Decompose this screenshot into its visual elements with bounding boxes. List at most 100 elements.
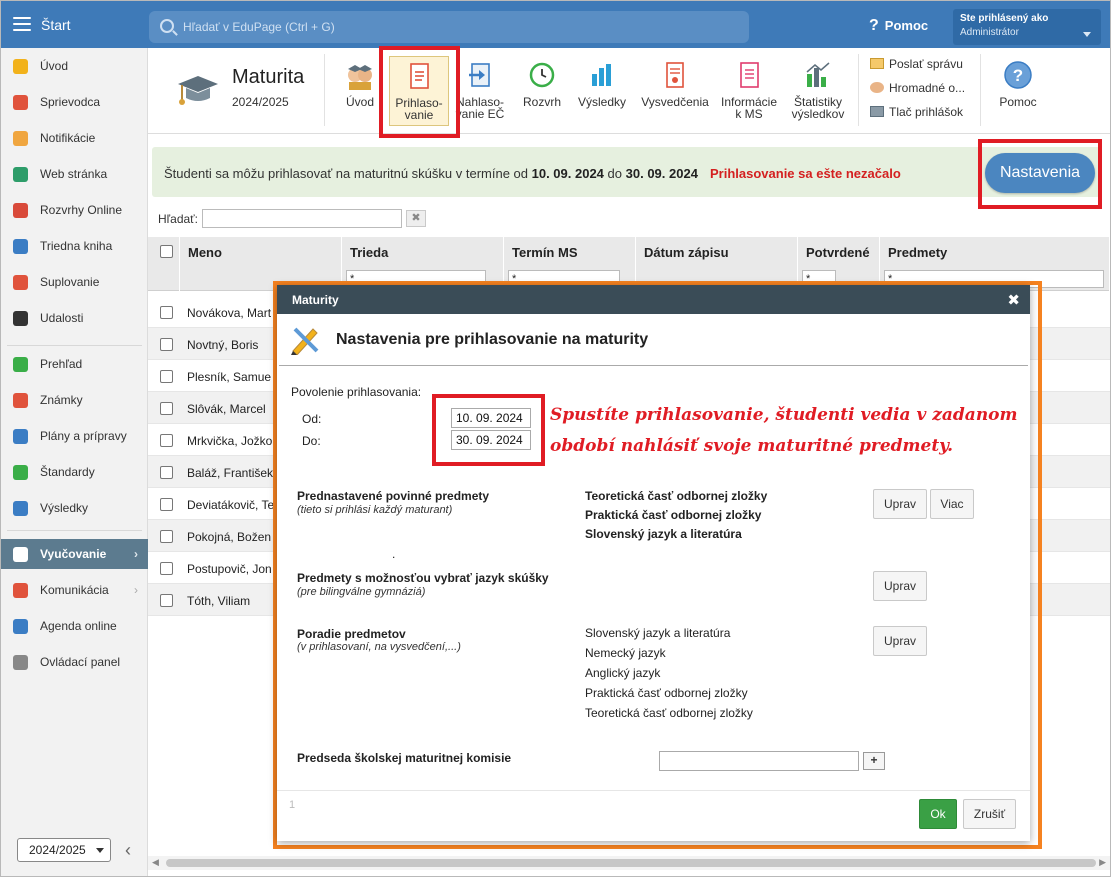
column-label: Trieda xyxy=(350,245,389,260)
user-menu[interactable]: Ste prihlásený ako Administrátor xyxy=(953,9,1101,45)
bulk-action[interactable]: Hromadné o... xyxy=(870,81,965,95)
help-button[interactable]: ? Pomoc xyxy=(990,56,1046,126)
row-checkbox[interactable] xyxy=(160,434,173,447)
student-name: Baláž, František xyxy=(187,466,274,480)
sidebar-item-label: Triedna kniha xyxy=(40,239,113,253)
scroll-right-icon[interactable]: ▶ xyxy=(1099,857,1106,868)
question-icon: ? xyxy=(869,17,879,34)
highlight-settings xyxy=(978,139,1102,209)
module-title: Maturita xyxy=(232,66,305,88)
sidebar-item[interactable]: Prehľad xyxy=(1,349,148,379)
committee-chair-label: Predseda školskej maturitnej komisie xyxy=(297,751,512,765)
row-checkbox[interactable] xyxy=(160,562,173,575)
print-applications-action[interactable]: Tlač prihlášok xyxy=(870,105,963,119)
add-chair-button[interactable]: + xyxy=(863,752,885,770)
gear-icon xyxy=(13,655,28,670)
edit-preset-button[interactable]: Uprav xyxy=(873,489,927,519)
sidebar-item[interactable]: Web stránka xyxy=(1,159,148,189)
permission-label: Povolenie prihlasovania: xyxy=(291,385,422,399)
star-icon xyxy=(13,59,28,74)
close-icon[interactable]: ✖ xyxy=(1007,291,1020,309)
tab-rozvrh[interactable]: Rozvrh xyxy=(512,56,572,126)
row-checkbox[interactable] xyxy=(160,498,173,511)
sidebar-item[interactable]: Výsledky xyxy=(1,493,148,523)
highlight-dates xyxy=(432,394,545,466)
sidebar-item[interactable]: Suplovanie xyxy=(1,267,148,297)
edit-language-button[interactable]: Uprav xyxy=(873,571,927,601)
toolbar-divider xyxy=(858,54,859,126)
send-message-action[interactable]: Poslať správu xyxy=(870,57,963,71)
tab-informacie-ms[interactable]: Informácie k MS xyxy=(718,56,780,126)
tab-statistiky[interactable]: Štatistiky výsledkov xyxy=(786,56,850,126)
stray-dot: . xyxy=(392,547,396,561)
sidebar-item-label: Rozvrhy Online xyxy=(40,203,123,217)
printer-icon xyxy=(870,106,884,117)
notice-to-date: 30. 09. 2024 xyxy=(625,166,698,181)
global-search-input[interactable] xyxy=(183,18,723,36)
notice-warning: Prihlasovanie sa ešte nezačalo xyxy=(710,166,901,181)
global-search[interactable] xyxy=(149,11,749,43)
app-title[interactable]: Štart xyxy=(41,17,71,33)
sidebar-item-label: Komunikácia xyxy=(40,583,109,597)
collapse-sidebar-icon[interactable]: ‹ xyxy=(125,840,131,861)
sidebar-divider xyxy=(7,530,142,531)
sidebar-item[interactable]: Štandardy xyxy=(1,457,148,487)
row-checkbox[interactable] xyxy=(160,370,173,383)
student-name: Pokojná, Božen xyxy=(187,530,272,544)
filter-input[interactable] xyxy=(202,209,402,228)
clear-filter-button[interactable]: ✖ xyxy=(406,210,426,227)
sidebar-item-label: Štandardy xyxy=(40,465,95,479)
cancel-button[interactable]: Zrušiť xyxy=(963,799,1016,829)
year-select[interactable]: 2024/2025 xyxy=(17,838,111,862)
grade-icon xyxy=(13,393,28,408)
page-number: 1 xyxy=(289,799,296,811)
dialog-title: Nastavenia pre prihlasovanie na maturity xyxy=(336,331,649,348)
column-label: Meno xyxy=(188,245,222,260)
sidebar-item-label: Úvod xyxy=(40,59,69,73)
committee-chair-input[interactable] xyxy=(659,751,859,771)
sidebar-item[interactable]: Sprievodca xyxy=(1,87,148,117)
action-label: Poslať správu xyxy=(889,57,963,71)
action-label: Hromadné o... xyxy=(889,81,966,95)
dialog-header: Maturity ✖ xyxy=(277,285,1030,314)
ok-button[interactable]: Ok xyxy=(919,799,957,829)
sidebar-item[interactable]: Úvod xyxy=(1,51,148,81)
check-circle-icon xyxy=(13,357,28,372)
tab-vysvedcenia[interactable]: Vysvedčenia xyxy=(638,56,712,126)
sidebar-item[interactable]: Plány a prípravy xyxy=(1,421,148,451)
tab-nahlasovanie-ec[interactable]: Nahlaso- vanie EČ xyxy=(452,56,508,126)
row-checkbox[interactable] xyxy=(160,594,173,607)
search-icon xyxy=(160,19,174,33)
sidebar-item[interactable]: Ovládací panel xyxy=(1,647,148,677)
sidebar-item[interactable]: Udalosti xyxy=(1,303,148,333)
filter-label: Hľadať: xyxy=(158,212,199,226)
sidebar-item-label: Web stránka xyxy=(40,167,108,181)
action-label: Tlač prihlášok xyxy=(889,105,964,119)
row-checkbox[interactable] xyxy=(160,402,173,415)
more-preset-button[interactable]: Viac xyxy=(930,489,974,519)
select-all-checkbox[interactable] xyxy=(160,245,173,258)
sidebar-item[interactable]: Agenda online xyxy=(1,611,148,641)
help-link[interactable]: ? Pomoc xyxy=(869,17,928,35)
to-label: Do: xyxy=(302,434,321,448)
sidebar-item[interactable]: Komunikácia › xyxy=(1,575,148,605)
subject-order-label: Poradie predmetov xyxy=(297,627,406,641)
sidebar-item[interactable]: Triedna kniha xyxy=(1,231,148,261)
student-name: Plesník, Samue xyxy=(187,370,272,384)
sidebar-item-label: Vyučovanie xyxy=(40,547,107,561)
edit-order-button[interactable]: Uprav xyxy=(873,626,927,656)
hamburger-menu-icon[interactable] xyxy=(13,17,31,31)
scroll-thumb[interactable] xyxy=(166,859,1096,867)
sidebar-item[interactable]: Rozvrhy Online xyxy=(1,195,148,225)
row-checkbox[interactable] xyxy=(160,466,173,479)
row-checkbox[interactable] xyxy=(160,306,173,319)
tab-vysledky[interactable]: Výsledky xyxy=(574,56,630,126)
sidebar-item[interactable]: Známky xyxy=(1,385,148,415)
sidebar-item[interactable]: Vyučovanie › xyxy=(1,539,148,569)
row-checkbox[interactable] xyxy=(160,338,173,351)
sidebar-item[interactable]: Notifikácie xyxy=(1,123,148,153)
row-checkbox[interactable] xyxy=(160,530,173,543)
notice-message: Študenti sa môžu prihlasovať na maturitn… xyxy=(164,166,698,181)
horizontal-scrollbar[interactable]: ◀ ▶ xyxy=(148,856,1110,870)
scroll-left-icon[interactable]: ◀ xyxy=(152,857,159,868)
